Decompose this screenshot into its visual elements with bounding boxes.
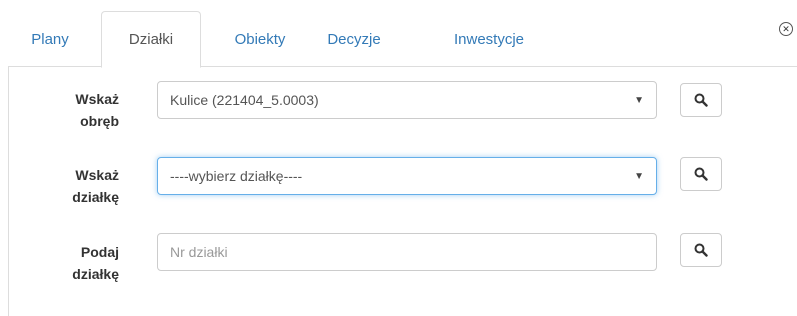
podaj-search-button[interactable] [680, 233, 722, 267]
dzialka-label-line1: Wskaż [75, 167, 119, 183]
search-icon [694, 243, 708, 257]
obreb-select[interactable]: Kulice (221404_5.0003) ▼ [157, 81, 657, 119]
nr-dzialki-placeholder: Nr działki [170, 244, 228, 260]
dzialka-search-button[interactable] [680, 157, 722, 191]
tab-dzialki[interactable]: Działki [101, 11, 201, 68]
dzialka-select[interactable]: ----wybierz działkę---- ▼ [157, 157, 657, 195]
tab-decyzje[interactable]: Decyzje [310, 11, 398, 67]
tab-obiekty[interactable]: Obiekty [216, 11, 304, 67]
dzialka-label-line2: działkę [72, 189, 119, 205]
tab-inwestycje[interactable]: Inwestycje [434, 11, 544, 67]
podaj-label-line1: Podaj [80, 244, 119, 260]
dzialka-label: Wskaż działkę [0, 164, 119, 208]
tab-bar: Plany Działki Obiekty Decyzje Inwestycje [8, 11, 797, 68]
obreb-select-value: Kulice (221404_5.0003) [170, 92, 319, 108]
chevron-down-icon: ▼ [634, 170, 644, 182]
obreb-label: Wskaż obręb [0, 88, 119, 132]
obreb-search-button[interactable] [680, 83, 722, 117]
obreb-label-line1: Wskaż [75, 91, 119, 107]
podaj-label-line2: działkę [72, 266, 119, 282]
nr-dzialki-input[interactable]: Nr działki [157, 233, 657, 271]
podaj-label: Podaj działkę [0, 241, 119, 285]
tab-plany[interactable]: Plany [8, 11, 92, 67]
dzialka-select-value: ----wybierz działkę---- [170, 168, 303, 184]
obreb-label-line2: obręb [80, 113, 119, 129]
chevron-down-icon: ▼ [634, 94, 644, 106]
search-icon [694, 93, 708, 107]
search-icon [694, 167, 708, 181]
